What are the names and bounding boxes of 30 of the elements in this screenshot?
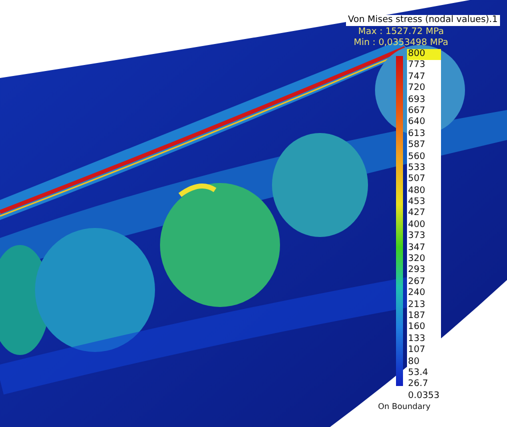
- legend-value: 187: [407, 310, 440, 322]
- legend-value: 560: [407, 152, 440, 163]
- legend-value: 747: [407, 72, 440, 84]
- legend-value: 667: [407, 106, 440, 118]
- legend-value: 320: [407, 254, 440, 266]
- min-value: Min : 0,0353498 MPa: [352, 39, 450, 48]
- legend-value: 773: [407, 60, 440, 72]
- max-value: Max : 1527.72 MPa: [357, 28, 445, 37]
- legend-value: 427: [407, 208, 440, 220]
- legend-value: 160: [407, 322, 440, 334]
- legend-value: 133: [407, 334, 440, 346]
- legend-value: 800: [407, 49, 440, 60]
- legend-footer: On Boundary: [378, 402, 507, 412]
- legend-value: 213: [407, 300, 440, 311]
- legend-value: 400: [407, 220, 440, 232]
- legend-value: 587: [407, 140, 440, 152]
- legend-value: 507: [407, 174, 440, 186]
- legend-value: 720: [407, 83, 440, 95]
- legend-value: 347: [407, 242, 440, 254]
- legend-title: Von Mises stress (nodal values).1: [346, 15, 500, 26]
- legend-value: 693: [407, 94, 440, 106]
- legend-value: 453: [407, 197, 440, 208]
- legend-value: 373: [407, 231, 440, 243]
- legend-value: 640: [407, 117, 440, 129]
- legend-value: 293: [407, 265, 440, 277]
- legend-value: 613: [407, 128, 440, 140]
- legend-value: 240: [407, 288, 440, 300]
- legend-value: 267: [407, 276, 440, 288]
- legend-value: 533: [407, 162, 440, 174]
- legend-value: 480: [407, 186, 440, 198]
